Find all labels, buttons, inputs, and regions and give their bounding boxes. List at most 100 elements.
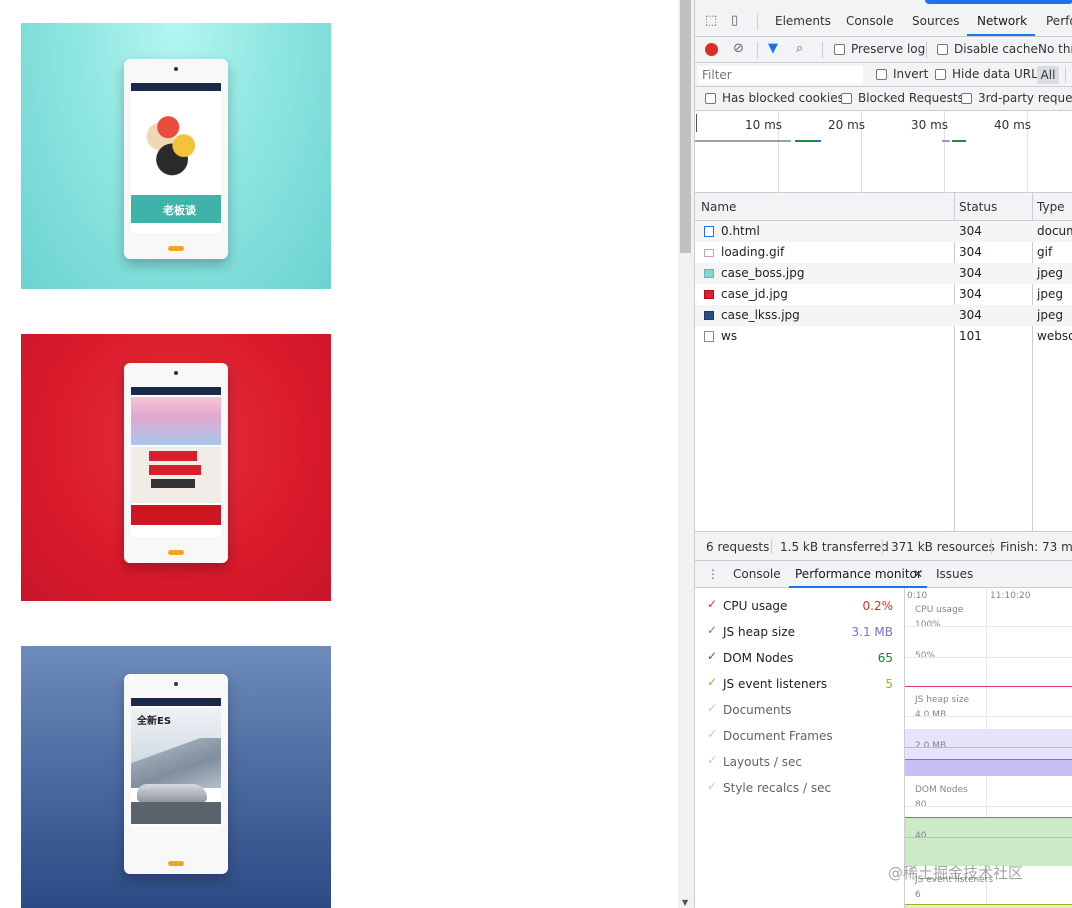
drawer-tab-performance-monitor[interactable]: Performance monitor bbox=[795, 567, 922, 581]
phone-screen: 全新ES bbox=[131, 698, 221, 848]
throttling-select[interactable]: No thr bbox=[1038, 42, 1072, 56]
tab-sources[interactable]: Sources bbox=[912, 14, 959, 28]
poster-footer bbox=[131, 505, 221, 525]
network-toolbar: ⊘ ▼ ⌕ Preserve log Disable cache No thr bbox=[695, 37, 1072, 63]
more-menu-icon[interactable]: ⋮ bbox=[707, 567, 719, 581]
divider bbox=[1065, 67, 1066, 83]
image-icon bbox=[704, 269, 714, 278]
invert-checkbox[interactable] bbox=[876, 69, 887, 80]
listeners-axis-6: 6 bbox=[915, 890, 921, 900]
ad-title: 全新ES bbox=[137, 716, 172, 727]
request-status: 101 bbox=[959, 329, 982, 343]
watermark: @稀土掘金技术社区 bbox=[888, 864, 1024, 882]
network-overview-timeline[interactable]: 10 ms 20 ms 30 ms 40 ms bbox=[695, 111, 1072, 193]
scroll-down-arrow-icon[interactable]: ▼ bbox=[682, 898, 688, 907]
cpu-axis-100: 100% bbox=[915, 620, 941, 630]
table-row[interactable]: loading.gif 304 gif bbox=[695, 242, 1072, 263]
drawer-tab-issues[interactable]: Issues bbox=[936, 567, 973, 581]
column-header-status[interactable]: Status bbox=[959, 200, 997, 214]
blocked-requests-checkbox[interactable] bbox=[841, 93, 852, 104]
filter-icon[interactable]: ▼ bbox=[768, 42, 778, 56]
table-header: Name Status Type bbox=[695, 193, 1072, 221]
search-icon[interactable]: ⌕ bbox=[796, 42, 803, 56]
metric-documents[interactable]: ✓ Documents bbox=[695, 699, 905, 725]
headline-block bbox=[151, 479, 195, 488]
request-status: 304 bbox=[959, 224, 982, 238]
cpu-usage-line bbox=[905, 686, 1072, 687]
phone-mockup bbox=[124, 363, 228, 563]
inspect-element-icon[interactable]: ⬚ bbox=[705, 14, 717, 28]
metric-cpu-usage[interactable]: ✓ CPU usage 0.2% bbox=[695, 595, 905, 621]
metric-document-frames[interactable]: ✓ Document Frames bbox=[695, 725, 905, 751]
metric-label: DOM Nodes bbox=[723, 651, 794, 665]
close-icon[interactable]: ✕ bbox=[913, 567, 923, 581]
image-icon bbox=[704, 249, 714, 257]
checkmark-icon: ✓ bbox=[707, 779, 718, 793]
table-row[interactable]: ws 101 websoc bbox=[695, 326, 1072, 347]
request-type: jpeg bbox=[1037, 266, 1063, 280]
request-type: websoc bbox=[1037, 329, 1072, 343]
column-header-name[interactable]: Name bbox=[701, 200, 736, 214]
tab-network[interactable]: Network bbox=[977, 14, 1027, 28]
metric-layouts-per-sec[interactable]: ✓ Layouts / sec bbox=[695, 751, 905, 777]
road-image bbox=[131, 802, 221, 824]
finish-time: Finish: 73 ms bbox=[1000, 540, 1072, 554]
heap-axis-4mb: 4.0 MB bbox=[915, 710, 947, 720]
scrollbar-thumb[interactable] bbox=[680, 0, 691, 253]
drawer-tab-console[interactable]: Console bbox=[733, 567, 781, 581]
divider bbox=[822, 42, 823, 58]
brand-logo-icon bbox=[168, 246, 184, 251]
tab-elements[interactable]: Elements bbox=[775, 14, 831, 28]
gridline bbox=[905, 747, 1072, 748]
devtools-panel: ⬚ ▯ Elements Console Sources Network Per… bbox=[694, 0, 1072, 908]
disable-cache-checkbox[interactable] bbox=[937, 44, 948, 55]
metric-js-heap-size[interactable]: ✓ JS heap size 3.1 MB bbox=[695, 621, 905, 647]
image-icon bbox=[704, 311, 714, 320]
car-image bbox=[137, 784, 207, 802]
third-party-checkbox[interactable] bbox=[961, 93, 972, 104]
request-bar bbox=[795, 140, 815, 142]
clear-icon[interactable]: ⊘ bbox=[733, 42, 744, 56]
devtools-main-tabs: ⬚ ▯ Elements Console Sources Network Per… bbox=[695, 6, 1072, 37]
update-banner[interactable] bbox=[925, 0, 1072, 4]
table-row[interactable]: case_jd.jpg 304 jpeg bbox=[695, 284, 1072, 305]
case-image-boss: 老板谈 bbox=[21, 23, 331, 289]
filter-all-button[interactable]: All bbox=[1037, 66, 1059, 84]
timeline-tick: 30 ms bbox=[911, 118, 949, 132]
metric-value: 3.1 MB bbox=[851, 625, 893, 639]
tab-performance[interactable]: Perfo bbox=[1046, 14, 1072, 28]
headline-block bbox=[149, 451, 197, 461]
preserve-log-checkbox[interactable] bbox=[834, 44, 845, 55]
table-row[interactable]: 0.html 304 docum bbox=[695, 221, 1072, 242]
request-name: case_jd.jpg bbox=[721, 287, 788, 301]
metric-style-recalcs-per-sec[interactable]: ✓ Style recalcs / sec bbox=[695, 777, 905, 803]
metric-js-event-listeners[interactable]: ✓ JS event listeners 5 bbox=[695, 673, 905, 699]
request-name: ws bbox=[721, 329, 738, 343]
tab-console[interactable]: Console bbox=[846, 14, 894, 28]
request-name: 0.html bbox=[721, 224, 760, 238]
drawer-tabs: ⋮ Console Performance monitor ✕ Issues bbox=[695, 561, 1072, 588]
filter-input[interactable] bbox=[698, 66, 863, 84]
request-bar bbox=[942, 140, 950, 142]
device-toolbar-icon[interactable]: ▯ bbox=[731, 14, 738, 28]
checkmark-icon: ✓ bbox=[707, 649, 718, 663]
table-row[interactable]: case_lkss.jpg 304 jpeg bbox=[695, 305, 1072, 326]
has-blocked-cookies-checkbox[interactable] bbox=[705, 93, 716, 104]
metric-dom-nodes[interactable]: ✓ DOM Nodes 65 bbox=[695, 647, 905, 673]
ad-banner: 老板谈 bbox=[131, 195, 221, 223]
record-icon[interactable] bbox=[705, 43, 718, 56]
brand-logo-icon bbox=[168, 550, 184, 555]
divider bbox=[757, 14, 758, 30]
request-status: 304 bbox=[959, 308, 982, 322]
hide-data-urls-checkbox[interactable] bbox=[935, 69, 946, 80]
column-header-type[interactable]: Type bbox=[1037, 200, 1065, 214]
checkmark-icon: ✓ bbox=[707, 675, 718, 689]
request-bar bbox=[952, 140, 966, 142]
phone-screen bbox=[131, 387, 221, 537]
preserve-log-label: Preserve log bbox=[851, 42, 926, 56]
table-row[interactable]: case_boss.jpg 304 jpeg bbox=[695, 263, 1072, 284]
metric-label: CPU usage bbox=[723, 599, 788, 613]
divider bbox=[991, 539, 992, 554]
request-name: case_lkss.jpg bbox=[721, 308, 800, 322]
transferred-size: 1.5 kB transferred bbox=[780, 540, 889, 554]
